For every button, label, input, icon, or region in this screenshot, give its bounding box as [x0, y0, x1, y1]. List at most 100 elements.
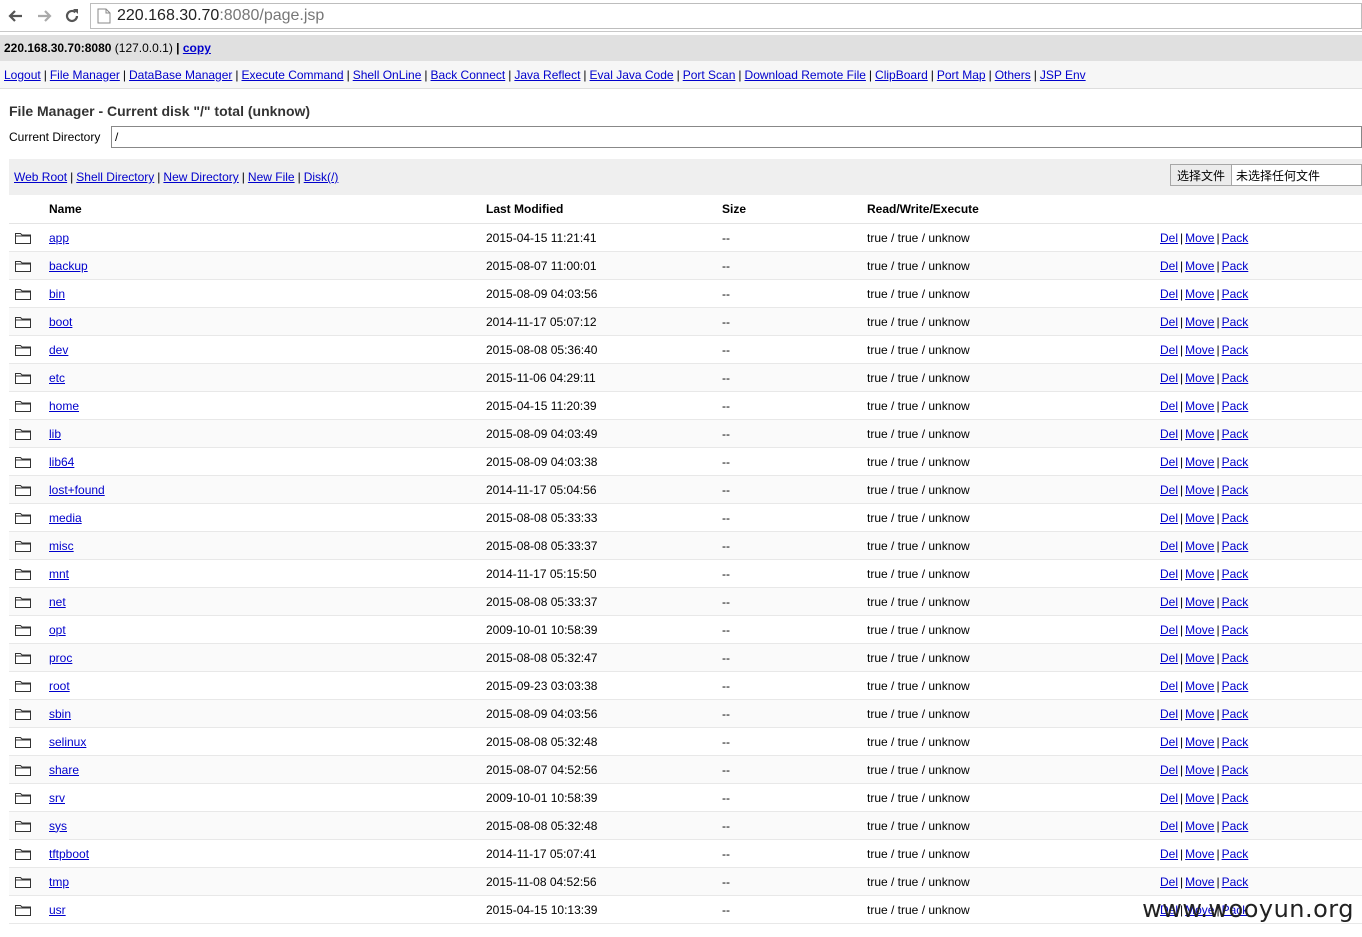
- menu-port-map[interactable]: Port Map: [937, 68, 986, 82]
- menu-execute-command[interactable]: Execute Command: [242, 68, 344, 82]
- pack-link[interactable]: Pack: [1222, 259, 1249, 273]
- move-link[interactable]: Move: [1185, 707, 1214, 721]
- move-link[interactable]: Move: [1185, 819, 1214, 833]
- del-link[interactable]: Del: [1160, 231, 1178, 245]
- folder-link[interactable]: mnt: [49, 567, 69, 581]
- menu-download-remote-file[interactable]: Download Remote File: [745, 68, 866, 82]
- move-link[interactable]: Move: [1185, 791, 1214, 805]
- del-link[interactable]: Del: [1160, 511, 1178, 525]
- del-link[interactable]: Del: [1160, 847, 1178, 861]
- del-link[interactable]: Del: [1160, 651, 1178, 665]
- folder-link[interactable]: app: [49, 231, 69, 245]
- pack-link[interactable]: Pack: [1222, 595, 1249, 609]
- folder-link[interactable]: selinux: [49, 735, 86, 749]
- choose-file-button[interactable]: 选择文件: [1171, 165, 1233, 185]
- del-link[interactable]: Del: [1160, 679, 1178, 693]
- del-link[interactable]: Del: [1160, 371, 1178, 385]
- move-link[interactable]: Move: [1185, 427, 1214, 441]
- pack-link[interactable]: Pack: [1222, 567, 1249, 581]
- del-link[interactable]: Del: [1160, 427, 1178, 441]
- reload-button[interactable]: [60, 4, 84, 28]
- del-link[interactable]: Del: [1160, 539, 1178, 553]
- del-link[interactable]: Del: [1160, 259, 1178, 273]
- pack-link[interactable]: Pack: [1222, 875, 1249, 889]
- move-link[interactable]: Move: [1185, 763, 1214, 777]
- move-link[interactable]: Move: [1185, 371, 1214, 385]
- back-button[interactable]: [4, 4, 28, 28]
- folder-link[interactable]: lib: [49, 427, 61, 441]
- move-link[interactable]: Move: [1185, 259, 1214, 273]
- pack-link[interactable]: Pack: [1222, 371, 1249, 385]
- folder-link[interactable]: bin: [49, 287, 65, 301]
- folder-link[interactable]: proc: [49, 651, 72, 665]
- folder-link[interactable]: srv: [49, 791, 65, 805]
- move-link[interactable]: Move: [1185, 623, 1214, 637]
- folder-link[interactable]: media: [49, 511, 82, 525]
- del-link[interactable]: Del: [1160, 819, 1178, 833]
- pack-link[interactable]: Pack: [1222, 231, 1249, 245]
- toolbar-new-file[interactable]: New File: [248, 170, 295, 184]
- del-link[interactable]: Del: [1160, 399, 1178, 413]
- move-link[interactable]: Move: [1185, 539, 1214, 553]
- move-link[interactable]: Move: [1185, 315, 1214, 329]
- move-link[interactable]: Move: [1185, 231, 1214, 245]
- folder-link[interactable]: etc: [49, 371, 65, 385]
- menu-file-manager[interactable]: File Manager: [50, 68, 120, 82]
- pack-link[interactable]: Pack: [1222, 707, 1249, 721]
- toolbar-web-root[interactable]: Web Root: [14, 170, 67, 184]
- menu-jsp-env[interactable]: JSP Env: [1040, 68, 1086, 82]
- folder-link[interactable]: lib64: [49, 455, 74, 469]
- del-link[interactable]: Del: [1160, 763, 1178, 777]
- move-link[interactable]: Move: [1185, 735, 1214, 749]
- menu-back-connect[interactable]: Back Connect: [431, 68, 506, 82]
- menu-java-reflect[interactable]: Java Reflect: [514, 68, 580, 82]
- del-link[interactable]: Del: [1160, 315, 1178, 329]
- pack-link[interactable]: Pack: [1222, 455, 1249, 469]
- move-link[interactable]: Move: [1185, 875, 1214, 889]
- move-link[interactable]: Move: [1185, 511, 1214, 525]
- del-link[interactable]: Del: [1160, 707, 1178, 721]
- forward-button[interactable]: [32, 4, 56, 28]
- folder-link[interactable]: sbin: [49, 707, 71, 721]
- move-link[interactable]: Move: [1185, 455, 1214, 469]
- menu-logout[interactable]: Logout: [4, 68, 41, 82]
- move-link[interactable]: Move: [1185, 651, 1214, 665]
- del-link[interactable]: Del: [1160, 735, 1178, 749]
- toolbar-new-directory[interactable]: New Directory: [163, 170, 238, 184]
- del-link[interactable]: Del: [1160, 623, 1178, 637]
- move-link[interactable]: Move: [1185, 847, 1214, 861]
- folder-link[interactable]: lost+found: [49, 483, 105, 497]
- folder-link[interactable]: usr: [49, 903, 66, 917]
- folder-link[interactable]: misc: [49, 539, 74, 553]
- menu-eval-java-code[interactable]: Eval Java Code: [590, 68, 674, 82]
- folder-link[interactable]: opt: [49, 623, 66, 637]
- del-link[interactable]: Del: [1160, 287, 1178, 301]
- pack-link[interactable]: Pack: [1222, 735, 1249, 749]
- menu-clipboard[interactable]: ClipBoard: [875, 68, 928, 82]
- move-link[interactable]: Move: [1185, 287, 1214, 301]
- pack-link[interactable]: Pack: [1222, 763, 1249, 777]
- del-link[interactable]: Del: [1160, 483, 1178, 497]
- menu-port-scan[interactable]: Port Scan: [683, 68, 736, 82]
- del-link[interactable]: Del: [1160, 455, 1178, 469]
- del-link[interactable]: Del: [1160, 875, 1178, 889]
- pack-link[interactable]: Pack: [1222, 623, 1249, 637]
- del-link[interactable]: Del: [1160, 343, 1178, 357]
- menu-others[interactable]: Others: [995, 68, 1031, 82]
- folder-link[interactable]: tmp: [49, 875, 69, 889]
- folder-link[interactable]: tftpboot: [49, 847, 89, 861]
- pack-link[interactable]: Pack: [1222, 651, 1249, 665]
- pack-link[interactable]: Pack: [1222, 679, 1249, 693]
- pack-link[interactable]: Pack: [1222, 427, 1249, 441]
- folder-link[interactable]: net: [49, 595, 66, 609]
- move-link[interactable]: Move: [1185, 567, 1214, 581]
- pack-link[interactable]: Pack: [1222, 315, 1249, 329]
- del-link[interactable]: Del: [1160, 567, 1178, 581]
- current-directory-input[interactable]: [111, 126, 1362, 148]
- pack-link[interactable]: Pack: [1222, 539, 1249, 553]
- move-link[interactable]: Move: [1185, 595, 1214, 609]
- file-upload-picker[interactable]: 选择文件 未选择任何文件: [1170, 164, 1362, 186]
- pack-link[interactable]: Pack: [1222, 287, 1249, 301]
- menu-shell-online[interactable]: Shell OnLine: [353, 68, 422, 82]
- pack-link[interactable]: Pack: [1222, 847, 1249, 861]
